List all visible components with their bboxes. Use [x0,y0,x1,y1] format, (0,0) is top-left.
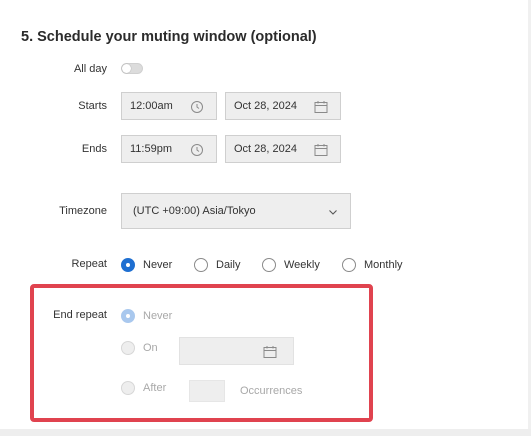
all-day-toggle[interactable] [121,63,143,74]
end-repeat-never[interactable]: Never [121,309,172,323]
end-repeat-on[interactable]: On [121,341,158,355]
start-date-value: Oct 28, 2024 [234,100,297,112]
toggle-knob [122,64,131,73]
timezone-label: Timezone [59,205,107,217]
radio-button[interactable] [262,258,276,272]
radio-button[interactable] [121,258,135,272]
end-repeat-option-label: Never [143,310,173,322]
repeat-option-label: Never [143,259,173,271]
chevron-down-icon [329,210,337,215]
end-repeat-option-label: After [143,382,167,394]
calendar-icon [314,101,328,113]
end-repeat-label: End repeat [53,309,107,321]
all-day-label: All day [73,63,107,75]
radio-button[interactable] [194,258,208,272]
radio-button[interactable] [121,341,135,355]
repeat-option-daily[interactable]: Daily [194,258,240,272]
repeat-option-never[interactable]: Never [121,258,172,272]
clock-icon [191,101,203,113]
end-time-field[interactable]: 11:59pm [121,135,217,163]
bottom-divider [0,429,531,436]
repeat-option-label: Monthly [364,259,403,271]
repeat-option-weekly[interactable]: Weekly [262,258,320,272]
occurrences-input[interactable] [189,380,225,402]
end-repeat-option-label: On [143,342,158,354]
starts-label: Starts [78,100,107,112]
section-title: 5. Schedule your muting window (optional… [21,29,317,45]
calendar-icon [263,346,277,358]
occurrences-label: Occurrences [240,385,303,397]
ends-label: Ends [81,143,107,155]
repeat-option-label: Weekly [284,259,320,271]
repeat-option-monthly[interactable]: Monthly [342,258,403,272]
calendar-icon [314,144,328,156]
repeat-label: Repeat [71,258,107,270]
start-time-value: 12:00am [130,100,173,112]
end-repeat-after[interactable]: After [121,381,166,395]
end-repeat-date-field[interactable] [179,337,294,365]
clock-icon [191,144,203,156]
end-time-value: 11:59pm [130,143,172,155]
timezone-select[interactable]: (UTC +09:00) Asia/Tokyo [121,193,351,229]
radio-button[interactable] [121,381,135,395]
end-date-field[interactable]: Oct 28, 2024 [225,135,341,163]
timezone-value: (UTC +09:00) Asia/Tokyo [133,205,256,217]
repeat-option-label: Daily [216,259,241,271]
start-date-field[interactable]: Oct 28, 2024 [225,92,341,120]
end-date-value: Oct 28, 2024 [234,143,297,155]
radio-button[interactable] [121,309,135,323]
start-time-field[interactable]: 12:00am [121,92,217,120]
radio-button[interactable] [342,258,356,272]
